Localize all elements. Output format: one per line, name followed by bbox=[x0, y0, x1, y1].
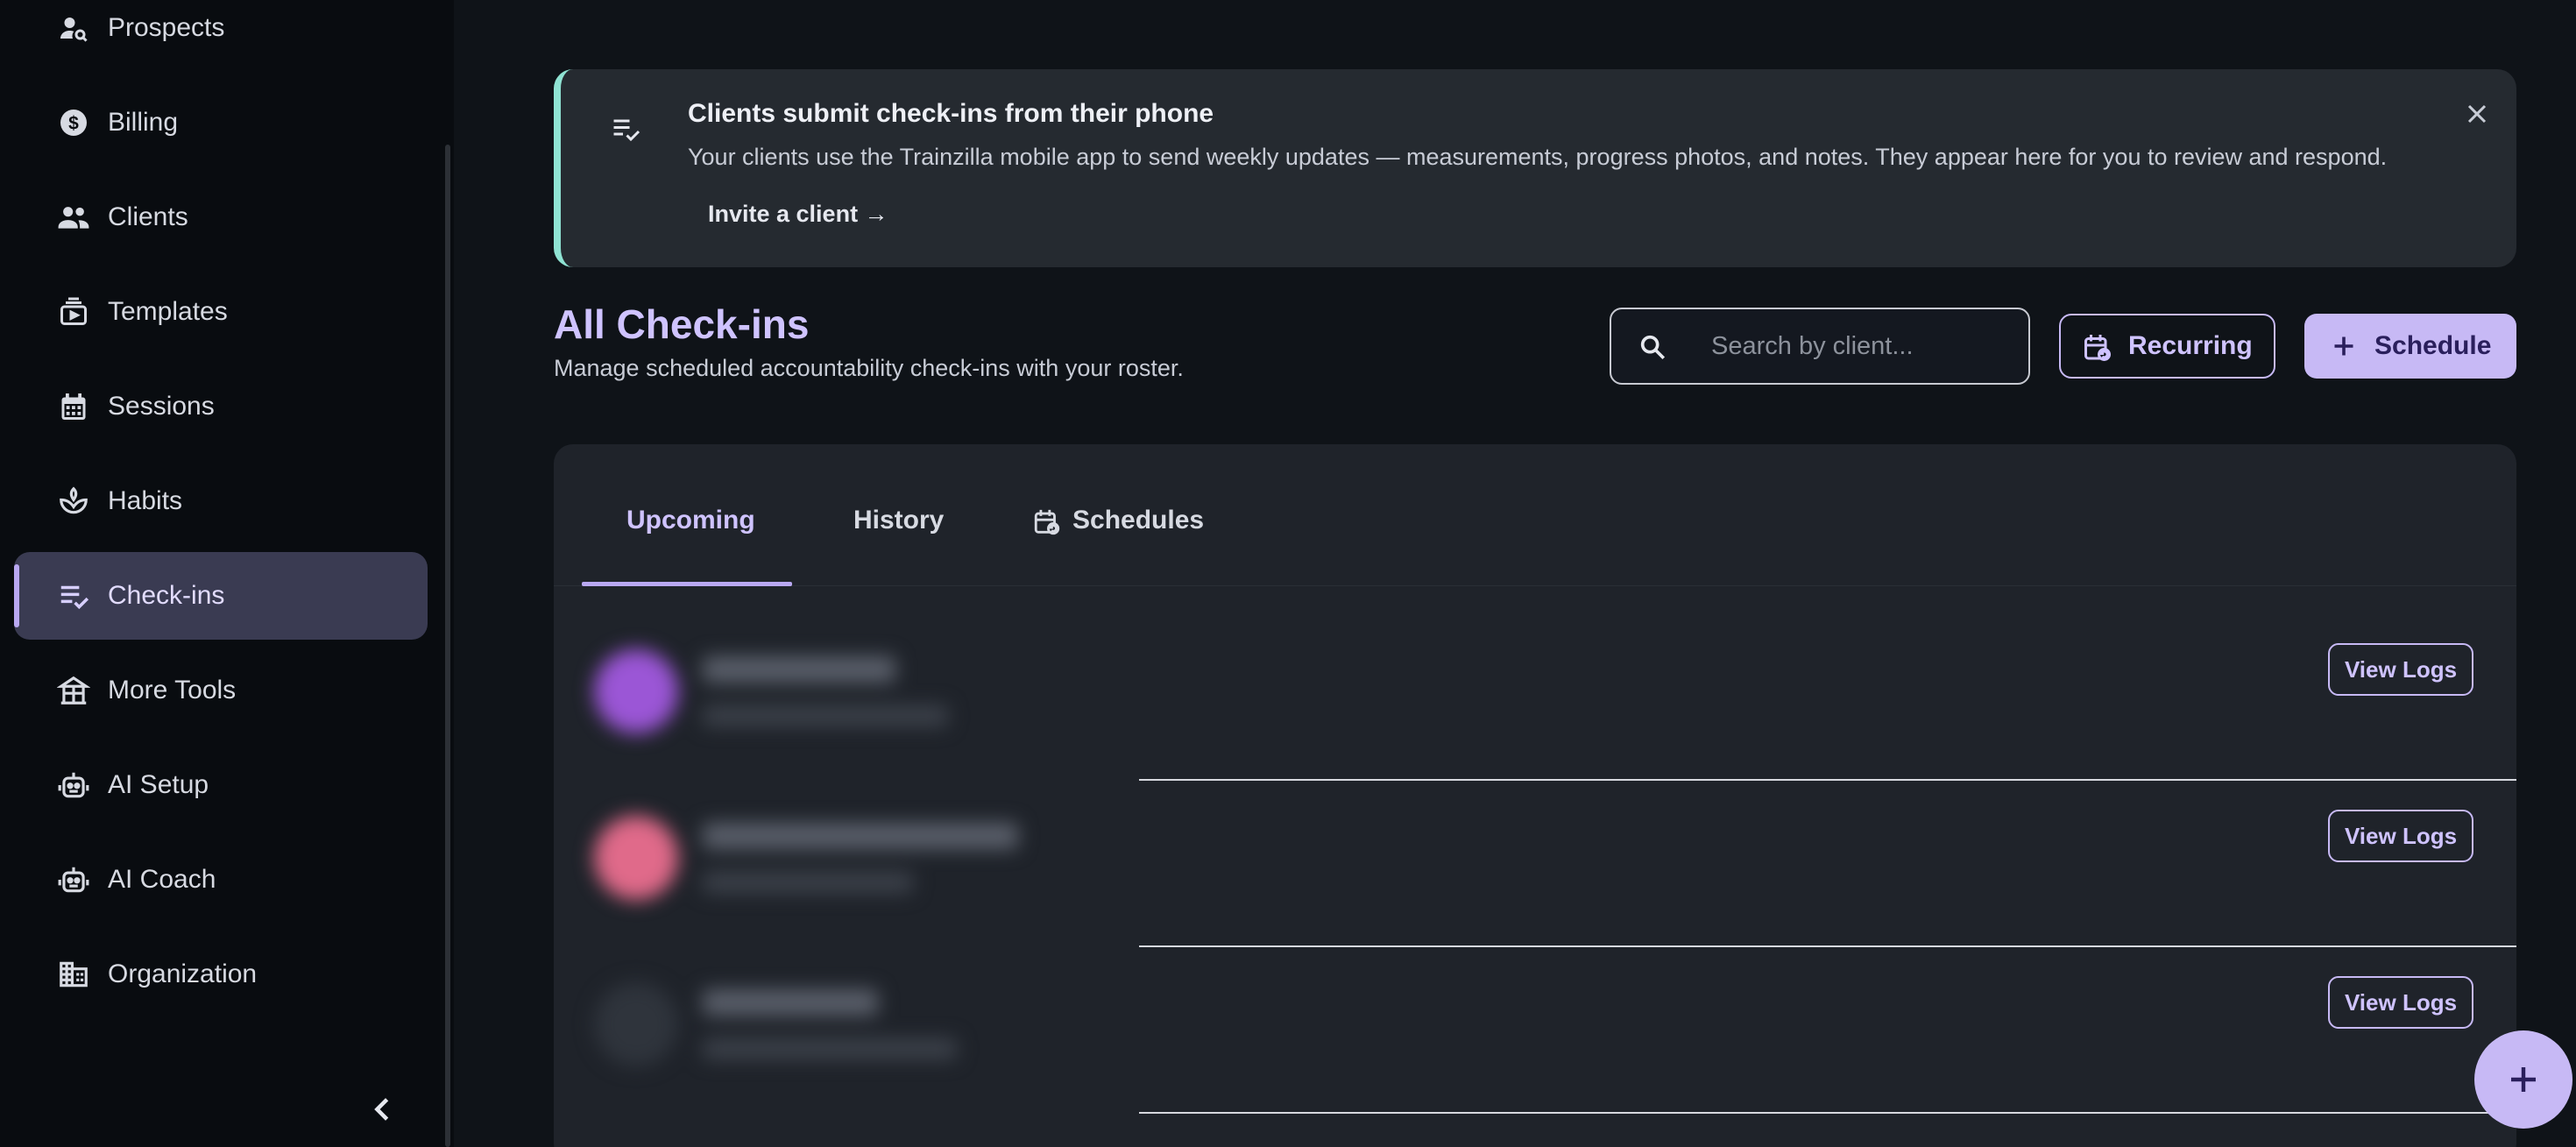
plus-icon bbox=[2331, 333, 2357, 364]
active-tab-indicator bbox=[582, 582, 792, 586]
clients-icon bbox=[56, 200, 91, 235]
sidebar-item-clients[interactable]: Clients bbox=[14, 173, 428, 261]
sidebar-item-label: Habits bbox=[108, 486, 183, 515]
row-divider bbox=[1139, 779, 2516, 781]
info-banner: Clients submit check-ins from their phon… bbox=[554, 69, 2516, 267]
schedule-button[interactable]: Schedule bbox=[2304, 314, 2516, 379]
recurring-label: Recurring bbox=[2128, 331, 2253, 360]
sidebar-item-label: More Tools bbox=[108, 676, 237, 704]
check-ins-card: Upcoming History Schedules View Logs Vie… bbox=[554, 444, 2516, 1147]
templates-icon bbox=[56, 294, 91, 329]
list-item bbox=[554, 607, 1132, 782]
sidebar-item-label: Templates bbox=[108, 297, 228, 326]
sidebar-item-sessions[interactable]: Sessions bbox=[14, 363, 428, 450]
organization-icon bbox=[56, 957, 91, 992]
calendar-repeat-icon bbox=[2082, 332, 2113, 368]
plus-icon bbox=[2511, 1067, 2536, 1092]
floating-add-button[interactable] bbox=[2474, 1030, 2572, 1129]
sidebar-item-label: AI Setup bbox=[108, 770, 209, 799]
checklist-icon bbox=[610, 113, 641, 149]
page-title: All Check-ins bbox=[554, 301, 810, 347]
view-logs-button[interactable]: View Logs bbox=[2328, 643, 2473, 696]
habits-icon bbox=[56, 484, 91, 519]
view-logs-button[interactable]: View Logs bbox=[2328, 810, 2473, 862]
chevron-left-icon bbox=[374, 1098, 389, 1121]
sidebar-item-label: Check-ins bbox=[108, 581, 225, 610]
row-divider bbox=[1139, 945, 2516, 947]
search-box bbox=[1610, 308, 2030, 385]
checklist-icon bbox=[56, 578, 91, 613]
avatar bbox=[594, 649, 678, 733]
sidebar-item-templates[interactable]: Templates bbox=[14, 268, 428, 356]
collapse-sidebar-button[interactable] bbox=[364, 1092, 400, 1127]
tab-upcoming[interactable]: Upcoming bbox=[626, 506, 755, 586]
tab-schedules[interactable]: Schedules bbox=[1072, 506, 1204, 586]
avatar bbox=[594, 816, 678, 900]
sidebar-item-label: Organization bbox=[108, 959, 258, 988]
search-icon bbox=[1638, 332, 1667, 366]
sidebar: Prospects $ Billing Clients Templates Se… bbox=[0, 0, 454, 1147]
billing-icon: $ bbox=[56, 105, 91, 140]
sidebar-item-prospects[interactable]: Prospects bbox=[14, 0, 428, 72]
invite-client-link[interactable]: Invite a client → bbox=[708, 201, 888, 228]
tools-icon bbox=[56, 673, 91, 708]
close-banner-button[interactable] bbox=[2464, 101, 2490, 131]
sidebar-item-label: AI Coach bbox=[108, 865, 216, 894]
schedule-label: Schedule bbox=[2374, 331, 2492, 360]
avatar bbox=[594, 982, 678, 1066]
sidebar-item-ai-coach[interactable]: AI Coach bbox=[14, 836, 428, 924]
sidebar-item-label: Sessions bbox=[108, 392, 215, 421]
sidebar-scrollbar[interactable] bbox=[445, 145, 450, 1147]
banner-description: Your clients use the Trainzilla mobile a… bbox=[688, 144, 2388, 170]
calendar-icon bbox=[56, 389, 91, 424]
sidebar-item-label: Billing bbox=[108, 108, 179, 137]
tab-history[interactable]: History bbox=[853, 506, 944, 586]
list-item bbox=[554, 940, 1132, 1115]
tab-bar: Upcoming History Schedules bbox=[554, 444, 2516, 586]
sidebar-item-organization[interactable]: Organization bbox=[14, 931, 428, 1018]
robot-icon bbox=[56, 768, 91, 803]
sidebar-item-label: Clients bbox=[108, 202, 188, 231]
banner-title: Clients submit check-ins from their phon… bbox=[688, 99, 1214, 128]
sidebar-item-habits[interactable]: Habits bbox=[14, 457, 428, 545]
calendar-repeat-icon bbox=[1032, 507, 1062, 542]
sidebar-item-ai-setup[interactable]: AI Setup bbox=[14, 741, 428, 829]
svg-text:$: $ bbox=[68, 114, 79, 134]
prospects-icon bbox=[56, 11, 91, 46]
close-icon bbox=[2467, 104, 2487, 124]
sidebar-item-check-ins[interactable]: Check-ins bbox=[14, 552, 428, 640]
app: Prospects $ Billing Clients Templates Se… bbox=[0, 0, 2576, 1147]
sidebar-item-billing[interactable]: $ Billing bbox=[14, 79, 428, 166]
search-input[interactable] bbox=[1711, 309, 2009, 383]
page-subtitle: Manage scheduled accountability check-in… bbox=[554, 355, 1184, 381]
view-logs-button[interactable]: View Logs bbox=[2328, 976, 2473, 1029]
recurring-button[interactable]: Recurring bbox=[2059, 314, 2275, 379]
sidebar-item-label: Prospects bbox=[108, 13, 225, 42]
list-item bbox=[554, 774, 1132, 949]
row-divider bbox=[1139, 1112, 2516, 1114]
sidebar-item-more-tools[interactable]: More Tools bbox=[14, 647, 428, 734]
robot-icon bbox=[56, 862, 91, 897]
